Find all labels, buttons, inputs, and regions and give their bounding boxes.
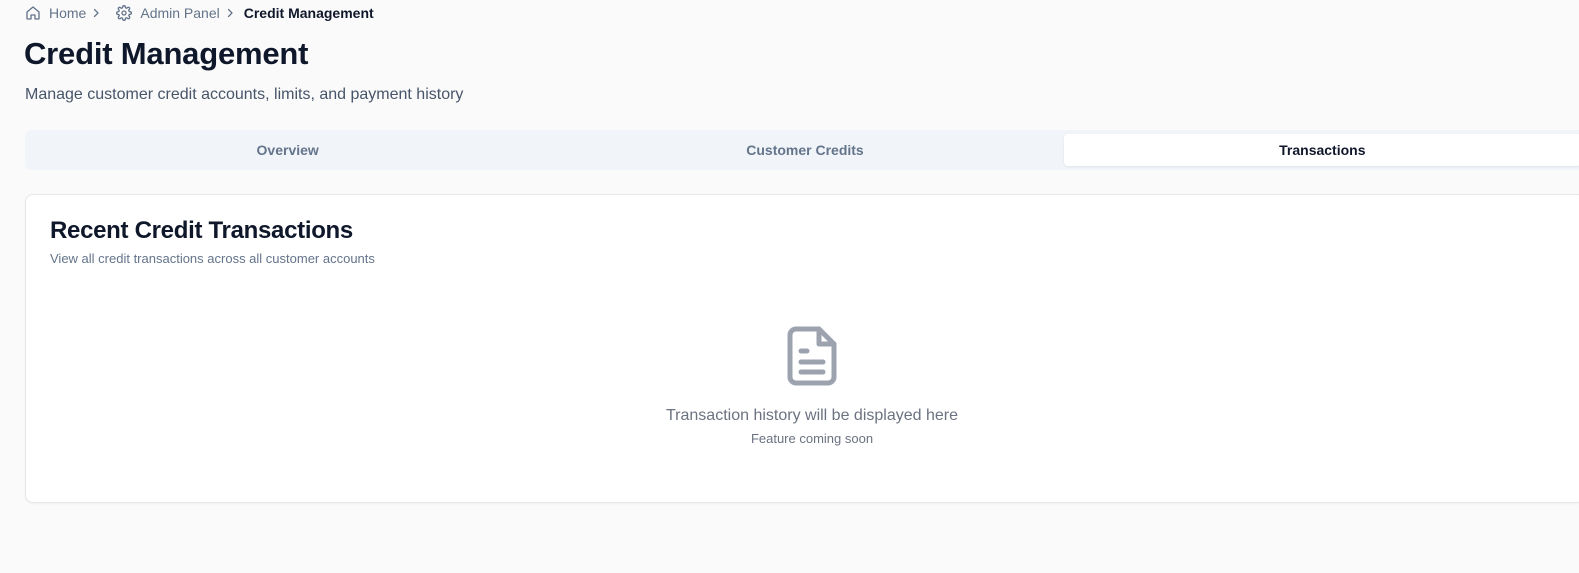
breadcrumb-home: Home <box>25 5 110 21</box>
breadcrumb-link-admin-panel[interactable]: Admin Panel <box>116 5 220 21</box>
tab-list: Overview Customer Credits Transactions <box>25 130 1579 170</box>
page-title: Credit Management <box>24 36 309 71</box>
tab-customer-credits[interactable]: Customer Credits <box>546 134 1063 166</box>
transactions-card: Recent Credit Transactions View all cred… <box>25 194 1579 503</box>
breadcrumb: Home Admin Panel Credit Management <box>25 4 374 22</box>
chevron-right-icon <box>90 7 102 19</box>
file-text-icon <box>786 325 838 387</box>
tab-overview[interactable]: Overview <box>29 134 546 166</box>
breadcrumb-current: Credit Management <box>244 5 374 21</box>
card-description: View all credit transactions across all … <box>50 251 375 266</box>
card-title: Recent Credit Transactions <box>50 217 353 244</box>
breadcrumb-admin: Admin Panel <box>110 5 243 21</box>
gear-icon <box>116 5 133 21</box>
page-subtitle: Manage customer credit accounts, limits,… <box>25 86 464 103</box>
page: Home Admin Panel Credit Management Credi… <box>0 0 1579 573</box>
chevron-right-icon <box>224 7 236 19</box>
home-icon <box>25 5 41 21</box>
tab-transactions[interactable]: Transactions <box>1063 134 1579 166</box>
breadcrumb-link-home[interactable]: Home <box>25 5 86 21</box>
breadcrumb-label-admin-panel: Admin Panel <box>140 5 220 21</box>
breadcrumb-label-current: Credit Management <box>243 5 374 21</box>
empty-state-title: Transaction history will be displayed he… <box>666 407 958 424</box>
empty-state: Transaction history will be displayed he… <box>26 325 1579 446</box>
empty-state-subtitle: Feature coming soon <box>750 431 874 446</box>
breadcrumb-label-home: Home <box>49 5 87 21</box>
